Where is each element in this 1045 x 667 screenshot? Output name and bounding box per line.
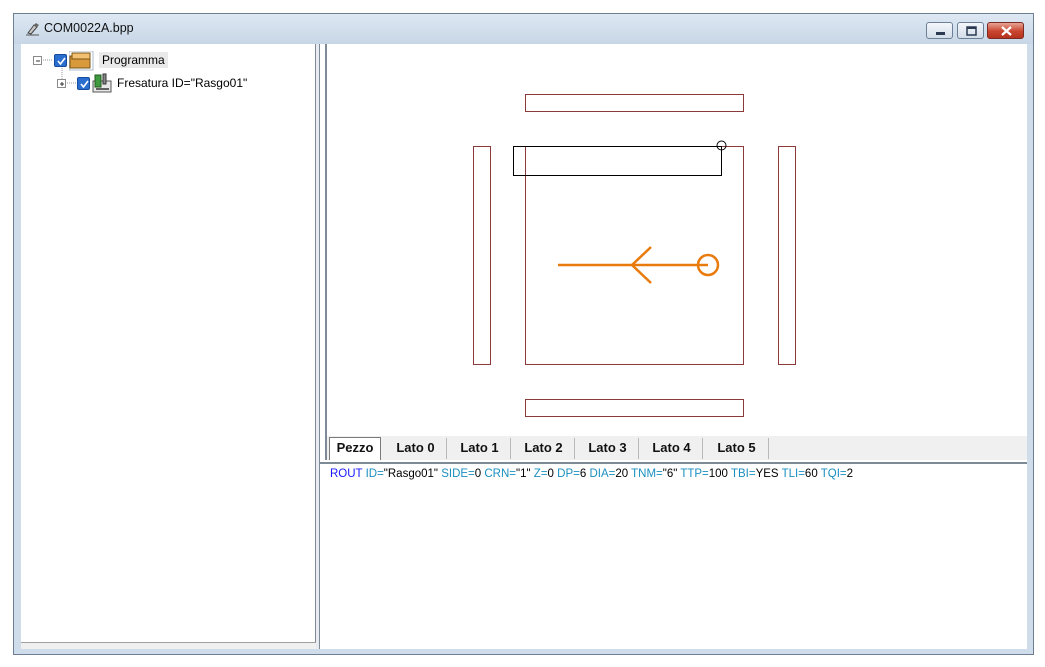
- program-tree[interactable]: Programma Fresatura ID="Rasgo01": [21, 44, 316, 649]
- application-window: COM0022A.bpp Programma Fresatura ID="Ras…: [13, 13, 1034, 655]
- tab-lato-3[interactable]: Lato 3: [577, 438, 639, 459]
- code-param-key: CRN=: [484, 468, 517, 480]
- code-param-value: 20: [615, 468, 629, 480]
- panel-top: [525, 94, 744, 112]
- code-keyword: ROUT: [330, 468, 363, 480]
- code-param-value: 0: [547, 468, 554, 480]
- close-button[interactable]: [987, 22, 1024, 39]
- code-param-value: 6: [579, 468, 587, 480]
- code-param-key: SIDE=: [441, 468, 475, 480]
- code-editor[interactable]: ROUT ID="Rasgo01" SIDE=0 CRN="1" Z=0 DP=…: [320, 462, 1027, 649]
- code-param-value: 0: [474, 468, 482, 480]
- code-param-value: 60: [804, 468, 818, 480]
- tree-node-programma[interactable]: Programma: [33, 50, 313, 71]
- title-bar[interactable]: COM0022A.bpp: [14, 14, 1033, 44]
- code-param-value: "1": [516, 468, 531, 480]
- fresatura-label: Fresatura ID="Rasgo01": [117, 76, 248, 90]
- programma-label: Programma: [99, 52, 168, 68]
- code-params: ID="Rasgo01" SIDE=0 CRN="1" Z=0 DP=6 DIA…: [366, 468, 853, 480]
- view-tabs: Pezzo Lato 0 Lato 1 Lato 2 Lato 3 Lato 4…: [325, 436, 1027, 460]
- code-param-key: TQI=: [820, 468, 847, 480]
- code-param-key: TNM=: [631, 468, 663, 480]
- client-area: Programma Fresatura ID="Rasgo01" Pezzo L…: [21, 44, 1027, 649]
- minimize-icon: [936, 32, 945, 35]
- tab-lato-1[interactable]: Lato 1: [449, 438, 511, 459]
- tab-lato-5[interactable]: Lato 5: [705, 438, 769, 459]
- window-title: COM0022A.bpp: [44, 21, 134, 35]
- code-param-value: "Rasgo01": [383, 468, 438, 480]
- tab-pezzo[interactable]: Pezzo: [329, 437, 381, 460]
- right-pane: Pezzo Lato 0 Lato 1 Lato 2 Lato 3 Lato 4…: [320, 44, 1027, 649]
- tab-lato-2[interactable]: Lato 2: [513, 438, 575, 459]
- program-folder-icon: [69, 51, 94, 71]
- piece-drawing: [473, 94, 796, 417]
- close-icon: [1001, 26, 1012, 36]
- code-param-value: "6": [662, 468, 678, 480]
- minimize-button[interactable]: [926, 22, 953, 39]
- code-param-key: DIA=: [589, 468, 616, 480]
- panel-left: [473, 146, 491, 365]
- code-param-value: 2: [846, 468, 854, 480]
- fresatura-checkbox[interactable]: [77, 77, 90, 90]
- code-param-key: ID=: [365, 468, 384, 480]
- restore-button[interactable]: [957, 22, 984, 39]
- programma-checkbox[interactable]: [54, 54, 67, 67]
- tab-lato-4[interactable]: Lato 4: [641, 438, 703, 459]
- tab-lato-0[interactable]: Lato 0: [385, 438, 447, 459]
- code-param-key: TLI=: [781, 468, 805, 480]
- tree-node-fresatura[interactable]: Fresatura ID="Rasgo01": [57, 73, 307, 93]
- restore-icon: [966, 26, 977, 36]
- panel-bottom: [525, 399, 744, 417]
- collapse-toggle-icon[interactable]: [33, 56, 42, 65]
- tree-panel-footer: [21, 642, 316, 649]
- code-param-value: YES: [755, 468, 779, 480]
- drawing-viewport[interactable]: [325, 44, 1027, 436]
- milling-operation-icon: [92, 73, 112, 93]
- expand-toggle-icon[interactable]: [57, 79, 66, 88]
- panel-right: [778, 146, 796, 365]
- code-param-key: DP=: [557, 468, 580, 480]
- app-document-icon: [26, 23, 39, 36]
- code-param-key: TTP=: [680, 468, 709, 480]
- slot-outline: [513, 146, 722, 176]
- code-param-key: TBI=: [730, 468, 756, 480]
- code-param-value: 100: [708, 468, 728, 480]
- code-param-key: Z=: [533, 468, 548, 480]
